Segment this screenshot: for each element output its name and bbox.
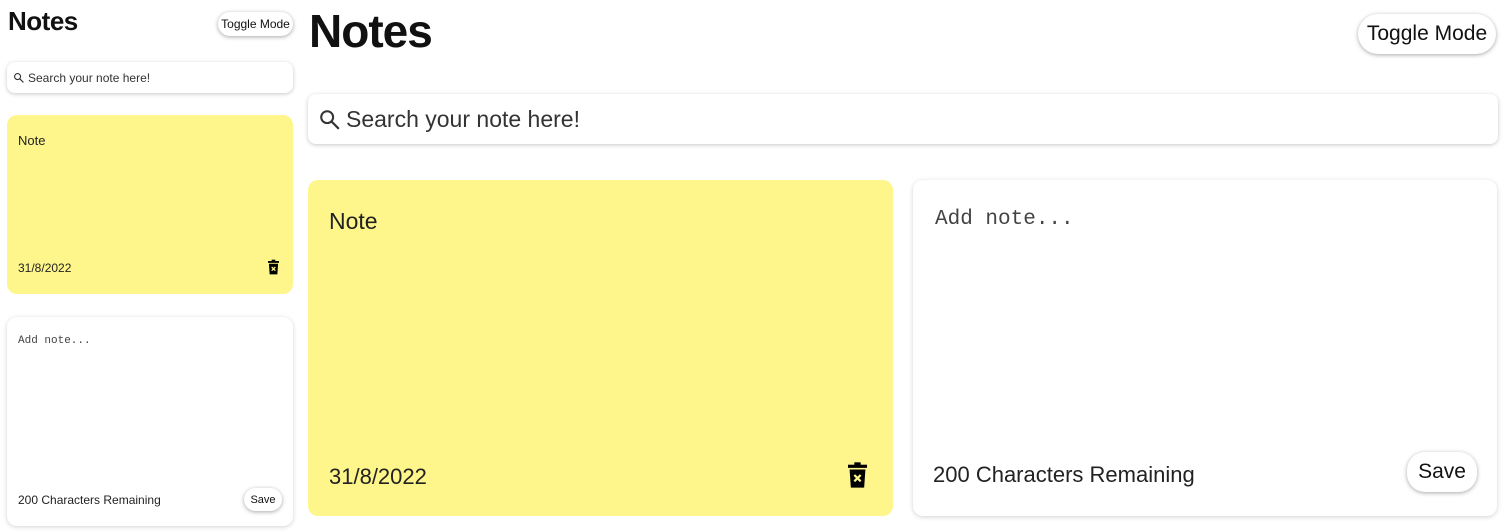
new-note-card: 200 Characters Remaining Save [7, 317, 293, 526]
search-input[interactable] [346, 105, 1498, 133]
new-note-card: 200 Characters Remaining Save [913, 180, 1497, 516]
preview-panel: Notes Toggle Mode Note 31/8/2022 200 Cha… [0, 0, 300, 532]
app-title: Notes [309, 5, 433, 57]
trash-icon[interactable] [268, 259, 279, 275]
characters-remaining: 200 Characters Remaining [933, 462, 1195, 487]
search-icon [320, 110, 340, 130]
note-card: Note 31/8/2022 [7, 115, 293, 294]
new-note-textarea[interactable] [18, 335, 282, 475]
search-input[interactable] [28, 70, 293, 85]
note-card: Note 31/8/2022 [308, 180, 893, 516]
app-title: Notes [8, 6, 78, 36]
search-bar[interactable] [7, 62, 293, 93]
search-icon [14, 73, 24, 83]
search-bar[interactable] [308, 94, 1498, 144]
note-date: 31/8/2022 [329, 464, 427, 489]
note-text: Note [329, 208, 378, 234]
save-button[interactable]: Save [244, 488, 282, 511]
trash-icon[interactable] [848, 460, 867, 490]
save-button[interactable]: Save [1407, 452, 1477, 492]
new-note-textarea[interactable] [935, 208, 1475, 438]
toggle-mode-button[interactable]: Toggle Mode [1358, 14, 1496, 54]
note-text: Note [18, 133, 46, 148]
toggle-mode-button[interactable]: Toggle Mode [218, 12, 293, 36]
main-panel: Notes Toggle Mode Note 31/8/2022 200 Cha… [300, 0, 1508, 532]
characters-remaining: 200 Characters Remaining [18, 493, 161, 507]
note-date: 31/8/2022 [18, 261, 72, 275]
